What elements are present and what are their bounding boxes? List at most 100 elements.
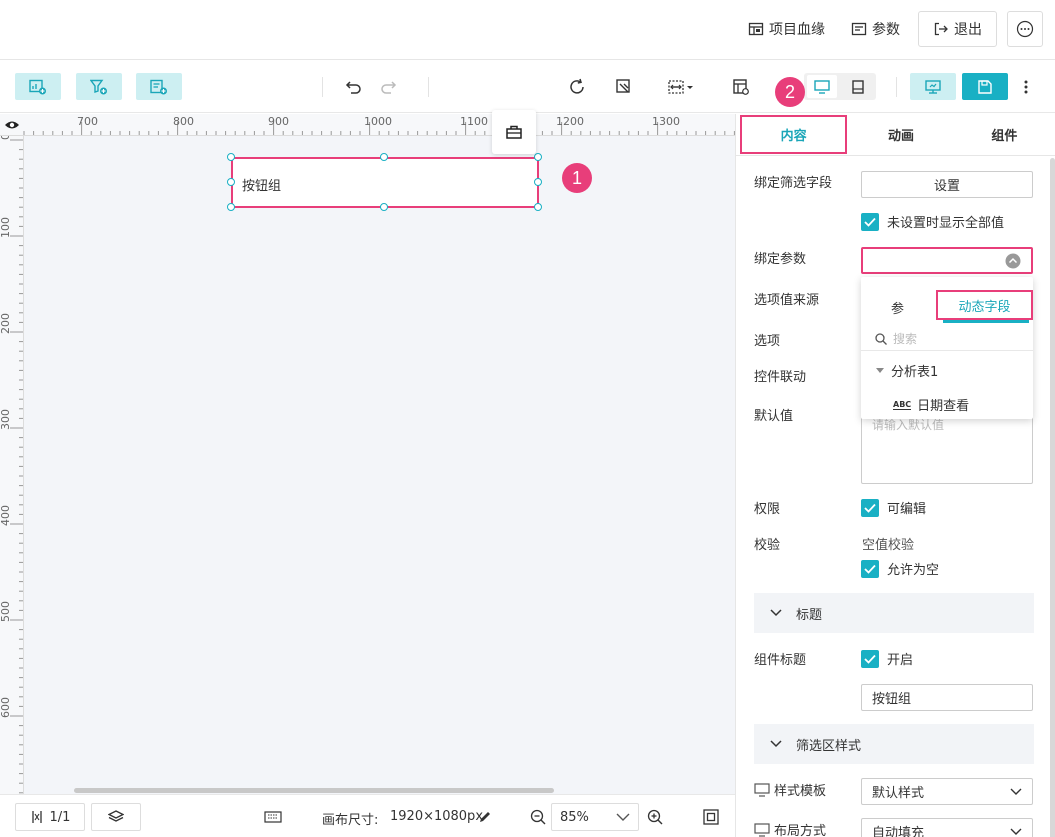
title-text-input[interactable]: 按钮组 xyxy=(861,684,1033,711)
page-nav-button[interactable]: 1/1 xyxy=(15,803,85,831)
clear-format-icon xyxy=(616,78,630,93)
resize-handle-nw[interactable] xyxy=(227,153,235,161)
section-title-header[interactable]: 标题 xyxy=(754,593,1034,633)
editable-checkbox[interactable]: 可编辑 xyxy=(861,498,926,517)
resize-handle-n[interactable] xyxy=(380,153,388,161)
fit-screen-icon[interactable] xyxy=(703,809,719,825)
search-placeholder: 搜索 xyxy=(893,332,918,346)
canvas-horizontal-scrollbar[interactable] xyxy=(24,786,735,794)
active-tab-underline xyxy=(943,320,1029,323)
ruler-label: 1100 xyxy=(460,115,488,128)
preview-button[interactable] xyxy=(910,73,956,100)
redo-icon xyxy=(381,80,397,94)
zoom-select[interactable]: 85% xyxy=(551,803,639,831)
tree-item-table[interactable]: 分析表1 xyxy=(875,361,938,380)
keyboard-icon[interactable] xyxy=(264,811,282,823)
resize-handle-se[interactable] xyxy=(534,203,542,211)
clear-format-button[interactable] xyxy=(610,73,638,100)
tab-content[interactable]: 内容 xyxy=(740,115,848,154)
zoom-out-icon[interactable] xyxy=(530,809,546,825)
checkbox-checked-icon xyxy=(861,212,879,231)
mobile-mode-button[interactable] xyxy=(843,75,873,98)
ruler-label: 600 xyxy=(0,697,12,718)
more-dots-icon xyxy=(1016,20,1034,38)
align-dropdown-button[interactable] xyxy=(664,73,700,100)
settings-button-label: 设置 xyxy=(933,179,960,194)
ruler-label: 700 xyxy=(77,115,98,128)
toolbar xyxy=(0,60,1055,113)
ruler-label: 0 xyxy=(0,136,12,140)
dynamic-field-label: 动态字段 xyxy=(958,299,1011,315)
filter-field-settings-button[interactable]: 设置 xyxy=(861,171,1033,198)
allow-empty-checkbox[interactable]: 允许为空 xyxy=(861,559,939,578)
style-template-select[interactable]: 默认样式 xyxy=(861,778,1033,805)
layout-mode-select[interactable]: 自动填充 xyxy=(861,818,1033,837)
design-canvas[interactable] xyxy=(24,136,735,794)
params-label: 参数 xyxy=(872,22,900,38)
dropdown-tab-param[interactable]: 参 xyxy=(891,298,904,317)
tree-item-field[interactable]: ABC 日期查看 xyxy=(893,395,969,414)
allow-empty-label: 允许为空 xyxy=(887,563,940,578)
redo-button[interactable] xyxy=(374,73,402,100)
project-lineage-label: 项目血缘 xyxy=(769,22,825,38)
page-settings-button[interactable] xyxy=(727,73,755,100)
layout-mode-label: 布局方式 xyxy=(774,824,827,837)
scrollbar-thumb[interactable] xyxy=(1050,158,1055,837)
show-all-checkbox[interactable]: 未设置时显示全部值 xyxy=(861,212,1004,231)
options-label: 选项 xyxy=(754,334,781,349)
more-menu-button[interactable] xyxy=(1007,11,1043,47)
tab-component[interactable]: 组件 xyxy=(952,114,1055,155)
resize-handle-e[interactable] xyxy=(534,178,542,186)
tablet-icon xyxy=(852,79,864,94)
project-lineage-link[interactable]: 项目血缘 xyxy=(740,11,833,47)
save-icon xyxy=(978,79,992,94)
search-icon xyxy=(875,332,887,345)
bind-param-select[interactable] xyxy=(861,247,1033,274)
dropdown-tab-dynamic-field[interactable]: 动态字段 xyxy=(936,290,1033,320)
style-template-row-label: 样式模板 xyxy=(754,780,826,799)
enable-title-checkbox[interactable]: 开启 xyxy=(861,649,913,668)
widget-floating-toolbar[interactable] xyxy=(492,110,536,154)
desktop-mode-button[interactable] xyxy=(807,75,837,98)
chevron-up-circle-icon xyxy=(1005,253,1021,268)
add-filter-button[interactable] xyxy=(76,73,122,100)
toolbar-divider xyxy=(896,77,897,97)
text-field-type-icon: ABC xyxy=(893,399,912,410)
layers-button[interactable] xyxy=(91,803,141,831)
dropdown-tabs: 参 动态字段 xyxy=(861,277,1033,327)
ruler-label: 400 xyxy=(0,505,12,526)
toolbar-more-button[interactable] xyxy=(1018,73,1034,100)
ruler-label: 100 xyxy=(0,217,12,238)
resize-handle-w[interactable] xyxy=(227,178,235,186)
button-group-label: 按钮组 xyxy=(242,179,282,194)
layout-mode-row-label: 布局方式 xyxy=(754,820,826,837)
button-group-widget[interactable]: 按钮组 xyxy=(231,157,539,208)
refresh-button[interactable] xyxy=(563,73,591,100)
scrollbar-thumb[interactable] xyxy=(74,788,554,793)
zoom-in-icon[interactable] xyxy=(647,809,663,825)
section-filter-style-header[interactable]: 筛选区样式 xyxy=(754,724,1034,764)
params-icon xyxy=(851,22,867,36)
ruler-label: 800 xyxy=(173,115,194,128)
add-chart-button[interactable] xyxy=(15,73,61,100)
ruler-horizontal: 700 800 900 1000 1100 1200 1300 xyxy=(0,114,735,136)
save-button[interactable] xyxy=(962,73,1008,100)
params-link[interactable]: 参数 xyxy=(843,11,908,47)
dropdown-search[interactable]: 搜索 xyxy=(861,327,1033,351)
panel-scrollbar[interactable] xyxy=(1049,156,1055,837)
add-component-icon xyxy=(150,79,167,94)
layout-mode-value: 自动填充 xyxy=(872,826,925,837)
exit-button[interactable]: 退出 xyxy=(918,11,997,47)
undo-button[interactable] xyxy=(340,73,368,100)
title-text-value: 按钮组 xyxy=(872,692,912,707)
resize-handle-sw[interactable] xyxy=(227,203,235,211)
tab-animation[interactable]: 动画 xyxy=(849,114,953,155)
checkbox-checked-icon xyxy=(861,498,879,517)
empty-validation-label: 空值校验 xyxy=(862,538,915,553)
resize-handle-ne[interactable] xyxy=(534,153,542,161)
resize-handle-s[interactable] xyxy=(380,203,388,211)
add-component-button[interactable] xyxy=(136,73,182,100)
style-template-value: 默认样式 xyxy=(872,786,925,801)
ruler-label: 500 xyxy=(0,601,12,622)
edit-size-icon[interactable] xyxy=(478,810,492,824)
